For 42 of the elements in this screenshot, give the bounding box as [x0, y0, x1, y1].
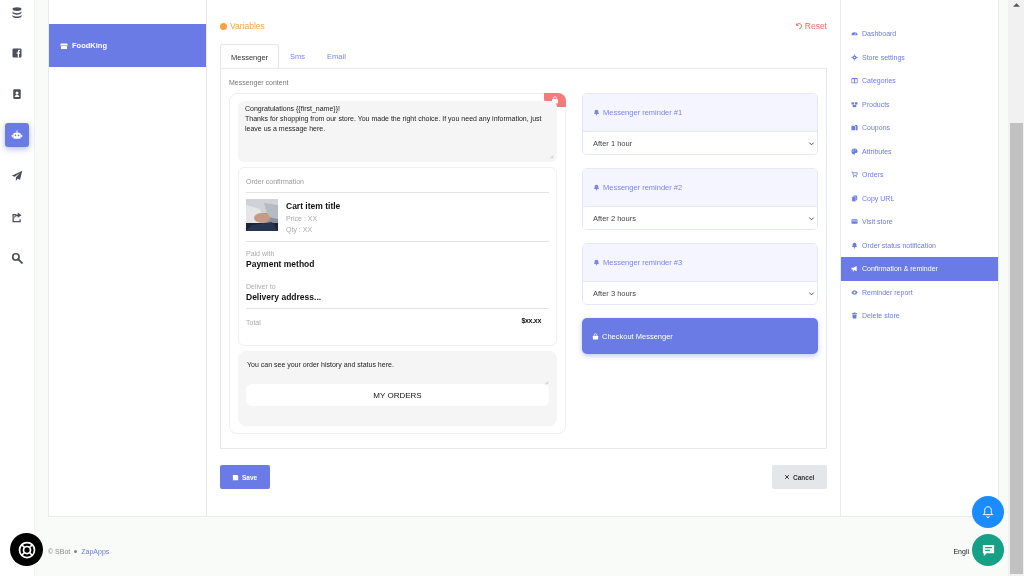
store-icon	[60, 41, 68, 50]
chevron-down-icon	[808, 214, 815, 222]
eye-icon	[851, 288, 858, 296]
reset-link[interactable]: Reset	[804, 21, 827, 31]
gauge-icon	[851, 30, 858, 38]
lifebuoy-icon	[16, 539, 37, 560]
bag-icon	[551, 96, 559, 104]
share-icon	[11, 211, 23, 223]
chevron-down-icon	[808, 289, 815, 297]
variables-link[interactable]: Variables	[230, 21, 265, 31]
separator-dot	[74, 550, 78, 553]
copy-icon	[851, 194, 858, 202]
rail-button[interactable]	[5, 123, 29, 147]
megaphone-icon	[851, 265, 858, 273]
status-dot	[220, 22, 227, 30]
cart-icon	[851, 171, 858, 179]
card-icon	[851, 218, 858, 226]
delivery-address: Delivery address...	[246, 291, 323, 302]
my-orders-button[interactable]: MY ORDERS	[246, 384, 549, 407]
boxes-icon	[851, 100, 858, 108]
settings-icon	[851, 53, 858, 61]
search-icon	[11, 252, 23, 264]
paper-plane-icon	[11, 170, 23, 182]
chat-icon	[980, 542, 996, 558]
close-icon	[784, 474, 790, 480]
undo-icon	[794, 22, 803, 30]
notification-button[interactable]	[972, 496, 1004, 528]
trash-icon	[851, 312, 858, 320]
resize-grip-icon	[543, 379, 549, 386]
columns-icon	[851, 77, 858, 85]
robot-icon	[11, 129, 23, 141]
facebook-icon	[11, 47, 23, 59]
cart-item-title: Cart item title	[286, 200, 341, 211]
coins-stack-icon	[11, 6, 23, 18]
palette-icon	[851, 147, 858, 155]
scrollbar-thumb[interactable]	[1010, 123, 1023, 574]
chevron-down-icon	[808, 139, 815, 147]
contact-book-icon	[11, 88, 23, 100]
payment-method: Payment method	[246, 258, 316, 269]
bag-icon	[592, 332, 599, 340]
chat-button[interactable]	[972, 534, 1004, 566]
resize-grip-icon	[548, 152, 554, 159]
